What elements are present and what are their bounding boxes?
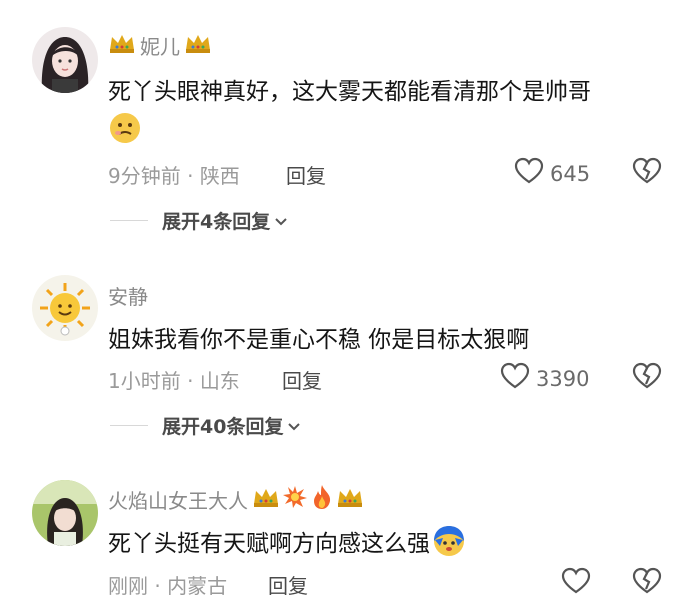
separator: · — [180, 369, 200, 393]
reply-button[interactable]: 回复 — [268, 570, 308, 599]
username-row: 火焰山女王大人 — [108, 484, 364, 515]
avatar[interactable] — [32, 480, 98, 546]
comment-text: 死丫头挺有天赋啊方向感这么强 — [108, 531, 430, 557]
comment-text: 姐妹我看你不是重心不稳 你是目标太狠啊 — [108, 327, 530, 353]
timestamp: 刚刚 — [108, 574, 148, 598]
boom-icon — [282, 485, 308, 514]
thinking-emoji-icon — [108, 111, 142, 149]
comment-item: 火焰山女王大人 死丫头挺有天赋啊方向感这么强 刚刚 · 内蒙古 回复 — [0, 460, 690, 611]
broken-heart-icon — [632, 567, 662, 599]
location: 山东 — [199, 369, 240, 393]
username[interactable]: 安静 — [108, 281, 148, 310]
chevron-down-icon — [287, 415, 301, 437]
crown-icon — [184, 32, 212, 59]
like-count: 3390 — [536, 366, 590, 391]
broken-heart-icon — [632, 157, 662, 189]
location: 内蒙古 — [167, 574, 228, 598]
comment-text-row: 死丫头挺有天赋啊方向感这么强 — [108, 524, 466, 558]
divider-line — [110, 220, 148, 221]
separator: · — [180, 164, 200, 188]
username-row: 安静 — [108, 281, 148, 310]
heart-icon — [514, 157, 544, 190]
comment-meta: 1小时前 · 山东 — [108, 365, 240, 394]
username-row: 妮儿 — [108, 31, 212, 60]
like-button[interactable]: 3390 — [500, 362, 589, 395]
expand-label: 展开4条回复 — [162, 211, 271, 233]
crown-icon — [252, 486, 280, 513]
username[interactable]: 妮儿 — [140, 31, 180, 60]
expand-label: 展开40条回复 — [162, 416, 284, 438]
like-count: 645 — [550, 161, 591, 186]
expand-replies[interactable]: 展开4条回复 — [110, 207, 288, 234]
like-button[interactable]: 645 — [514, 157, 590, 190]
crown-icon — [108, 32, 136, 59]
avatar[interactable] — [32, 275, 98, 341]
broken-heart-icon — [632, 362, 662, 394]
dislike-button[interactable] — [632, 567, 662, 599]
username[interactable]: 火焰山女王大人 — [108, 485, 248, 514]
dislike-button[interactable] — [632, 362, 662, 394]
like-button[interactable] — [561, 567, 591, 600]
comment-meta: 刚刚 · 内蒙古 — [108, 570, 227, 599]
comment-text: 死丫头眼神真好，这大雾天都能看清那个是帅哥 — [108, 79, 591, 105]
name-decorations — [252, 484, 364, 515]
avatar[interactable] — [32, 27, 98, 93]
reply-button[interactable]: 回复 — [286, 160, 326, 189]
location: 陕西 — [199, 164, 240, 188]
expand-replies[interactable]: 展开40条回复 — [110, 412, 301, 439]
crown-icon — [336, 486, 364, 513]
timestamp: 1小时前 — [108, 369, 181, 393]
fire-icon — [310, 484, 334, 515]
heart-icon — [500, 362, 530, 395]
divider-line — [110, 425, 148, 426]
dislike-button[interactable] — [632, 157, 662, 189]
comment-item: 安静 姐妹我看你不是重心不稳 你是目标太狠啊 1小时前 · 山东 回复 3390… — [0, 250, 690, 460]
comment-meta: 9分钟前 · 陕西 — [108, 160, 240, 189]
timestamp: 9分钟前 — [108, 164, 181, 188]
comment-item: 妮儿 死丫头眼神真好，这大雾天都能看清那个是帅哥 9分钟前 · 陕西 回复 64… — [0, 0, 690, 250]
chevron-down-icon — [274, 210, 288, 232]
separator: · — [148, 574, 168, 598]
heart-icon — [561, 567, 591, 600]
blue-face-emoji-icon — [432, 524, 466, 558]
reply-button[interactable]: 回复 — [282, 365, 322, 394]
